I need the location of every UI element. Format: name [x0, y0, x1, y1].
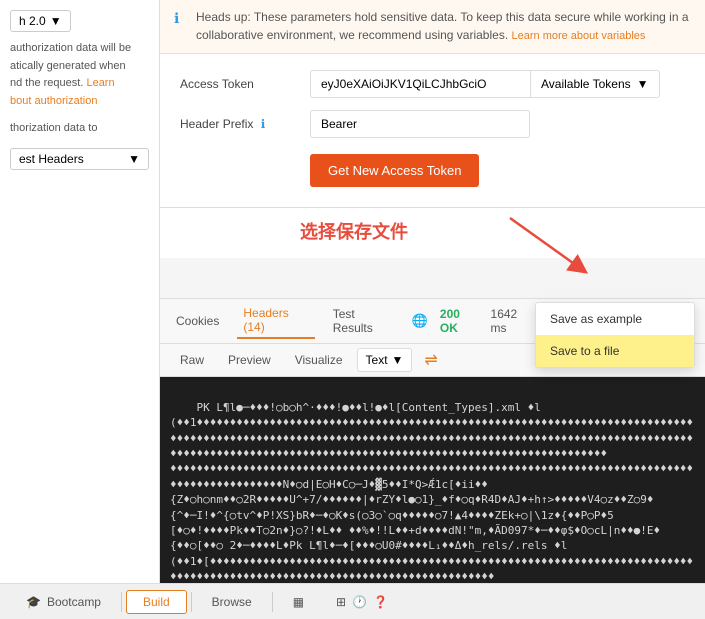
learn-variables-link[interactable]: Learn more about variables: [512, 30, 646, 42]
nav-divider-2: [191, 592, 192, 612]
available-tokens-icon: ▼: [637, 77, 649, 91]
clock-icon: 🕐: [352, 595, 367, 609]
annotation-text: 选择保存文件: [300, 218, 408, 244]
layout-icon-button[interactable]: ▦: [277, 591, 320, 613]
version-dropdown-icon: ▼: [50, 14, 62, 28]
info-bar: Heads up: These parameters hold sensitiv…: [160, 0, 705, 54]
header-dropdown[interactable]: est Headers ▼: [10, 148, 149, 170]
access-token-label: Access Token: [180, 77, 310, 91]
header-prefix-row: Header Prefix ℹ: [180, 110, 685, 138]
header-prefix-label: Header Prefix ℹ: [180, 117, 310, 131]
text-dropdown-icon: ▼: [392, 353, 404, 367]
text-format-dropdown[interactable]: Text ▼: [357, 348, 413, 372]
version-dropdown[interactable]: h 2.0 ▼: [10, 10, 71, 32]
get-new-access-token-button[interactable]: Get New Access Token: [310, 154, 479, 187]
visualize-tab[interactable]: Visualize: [285, 349, 353, 371]
headers-tab[interactable]: Headers (14): [237, 303, 314, 339]
auth-form: Access Token Available Tokens ▼ Header P…: [160, 54, 705, 208]
save-response-dropdown: Save as example Save to a file: [535, 302, 695, 368]
annotation-arrow: [500, 208, 600, 278]
header-dropdown-icon: ▼: [128, 152, 140, 166]
left-sidebar: h 2.0 ▼ authorization data will be atica…: [0, 0, 160, 583]
header-dropdown-label: est Headers: [19, 152, 84, 166]
preview-tab[interactable]: Preview: [218, 349, 281, 371]
version-label: h 2.0: [19, 14, 46, 28]
test-results-tab[interactable]: Test Results: [327, 304, 400, 338]
globe-icon: 🌐: [412, 313, 428, 329]
save-as-example-item[interactable]: Save as example: [536, 303, 694, 335]
save-to-file-item[interactable]: Save to a file: [536, 335, 694, 367]
bootcamp-nav-item[interactable]: 🎓 Bootcamp: [10, 591, 117, 613]
build-nav-item[interactable]: Build: [126, 590, 187, 614]
auth-data-label: thorization data to: [10, 120, 149, 138]
status-ok: 200 OK: [440, 307, 479, 335]
available-tokens-dropdown[interactable]: Available Tokens ▼: [530, 70, 660, 98]
available-tokens-label: Available Tokens: [541, 77, 631, 91]
settings-icon-button[interactable]: ⊞ 🕐 ❓: [320, 591, 404, 613]
header-prefix-info-icon: ℹ: [261, 117, 266, 131]
sidebar-header: h 2.0 ▼: [10, 10, 149, 32]
bottom-nav: 🎓 Bootcamp Build Browse ▦ ⊞ 🕐 ❓: [0, 583, 705, 619]
nav-divider-3: [272, 592, 273, 612]
raw-tab[interactable]: Raw: [170, 349, 214, 371]
nav-divider-1: [121, 592, 122, 612]
annotation-area: 选择保存文件: [160, 208, 705, 258]
access-token-input[interactable]: [310, 70, 530, 98]
sidebar-auth-note: authorization data will be atically gene…: [10, 40, 149, 110]
text-tab-label: Text: [366, 353, 388, 367]
settings-icon: ⊞: [336, 595, 346, 609]
main-area: Heads up: These parameters hold sensitiv…: [160, 0, 705, 583]
response-content: PK L¶l●─♦♦♦!○b○h^·♦♦♦!●♦♦l!●♦l[Content_T…: [160, 377, 705, 597]
browse-nav-item[interactable]: Browse: [196, 591, 268, 613]
header-prefix-input[interactable]: [310, 110, 530, 138]
sort-icon[interactable]: ⇌: [424, 350, 437, 370]
access-token-row: Access Token Available Tokens ▼: [180, 70, 685, 98]
learn-link[interactable]: Learn: [86, 77, 114, 89]
help-icon: ❓: [373, 595, 388, 609]
cookies-tab[interactable]: Cookies: [170, 311, 225, 331]
response-time: 1642 ms: [491, 307, 534, 335]
about-auth-link[interactable]: bout authorization: [10, 95, 97, 107]
bootcamp-icon: 🎓: [26, 595, 41, 609]
